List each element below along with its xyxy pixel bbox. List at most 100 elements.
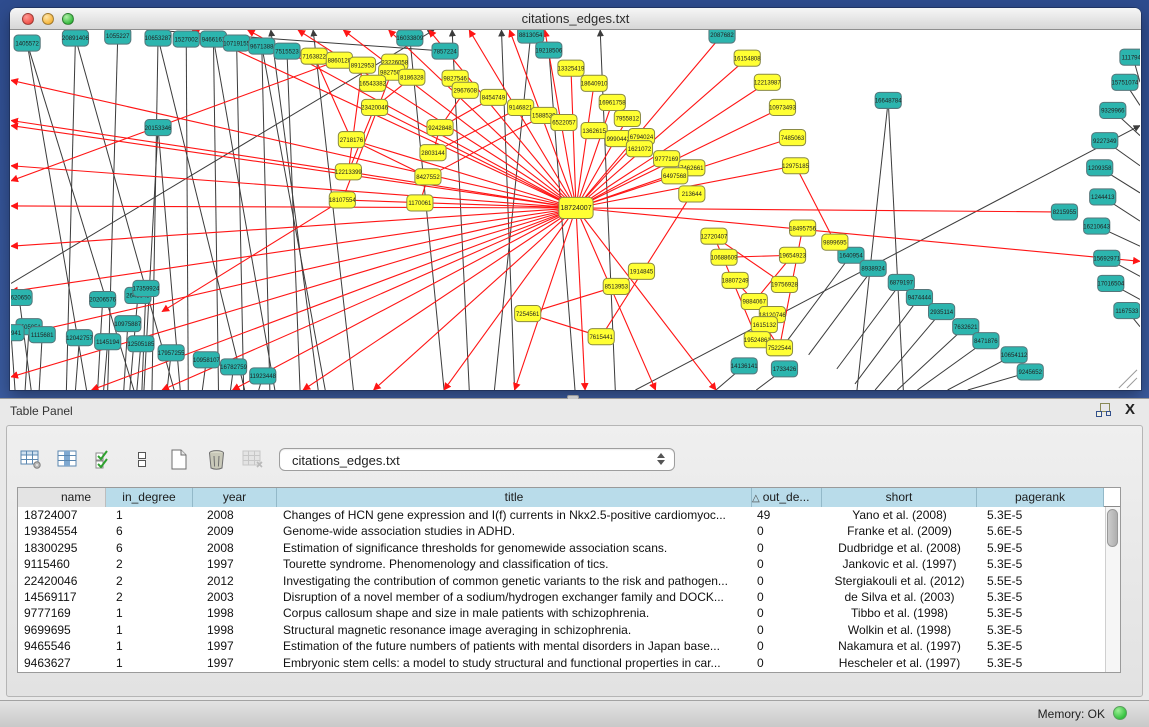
cell-short[interactable]: de Silva et al. (2003) — [822, 589, 977, 605]
cell-short[interactable]: Franke et al. (2009) — [822, 523, 977, 539]
cell-in_degree[interactable]: 1 — [106, 655, 193, 671]
cell-name[interactable]: 9463627 — [18, 655, 106, 671]
cell-title[interactable]: Estimation of the future numbers of pati… — [277, 638, 752, 654]
cell-year[interactable]: 1998 — [193, 622, 277, 638]
row-height-icon[interactable] — [130, 447, 154, 471]
cell-pagerank[interactable]: 5.3E-5 — [977, 589, 1104, 605]
cell-name[interactable]: 9699695 — [18, 622, 106, 638]
network-window[interactable]: citations_edges.txt 14055722089140610552… — [10, 8, 1141, 390]
cell-title[interactable]: Genome-wide association studies in ADHD. — [277, 523, 752, 539]
network-canvas[interactable]: 1405572208914061055227106532871527002946… — [11, 30, 1140, 390]
cell-title[interactable]: Corpus callosum shape and size in male p… — [277, 605, 752, 621]
table-row[interactable]: 1872400712008Changes of HCN gene express… — [18, 507, 1105, 523]
column-header-in_degree[interactable]: in_degree — [106, 488, 193, 507]
select-columns-icon[interactable] — [93, 447, 117, 471]
cell-title[interactable]: Embryonic stem cells: a model to study s… — [277, 655, 752, 671]
cell-name[interactable]: 14569117 — [18, 589, 106, 605]
scrollbar-thumb[interactable] — [1107, 509, 1118, 547]
cell-year[interactable]: 2008 — [193, 507, 277, 523]
network-window-titlebar[interactable]: citations_edges.txt — [10, 8, 1141, 30]
cell-short[interactable]: Tibbo et al. (1998) — [822, 605, 977, 621]
cell-year[interactable]: 1997 — [193, 655, 277, 671]
cell-out_degree[interactable]: 0 — [752, 655, 822, 671]
cell-pagerank[interactable]: 5.3E-5 — [977, 655, 1104, 671]
memory-status-indicator[interactable] — [1113, 706, 1127, 720]
cell-year[interactable]: 1997 — [193, 556, 277, 572]
cell-pagerank[interactable]: 5.3E-5 — [977, 622, 1104, 638]
cell-out_degree[interactable]: 0 — [752, 638, 822, 654]
cell-short[interactable]: Jankovic et al. (1997) — [822, 556, 977, 572]
cell-in_degree[interactable]: 1 — [106, 622, 193, 638]
delete-table-icon[interactable] — [241, 447, 265, 471]
cell-title[interactable]: Investigating the contribution of common… — [277, 573, 752, 589]
table-mode-icon[interactable] — [19, 447, 43, 471]
cell-out_degree[interactable]: 0 — [752, 622, 822, 638]
cell-title[interactable]: Estimation of significance thresholds fo… — [277, 540, 752, 556]
cell-short[interactable]: Hescheler et al. (1997) — [822, 655, 977, 671]
cell-in_degree[interactable]: 1 — [106, 605, 193, 621]
table-row[interactable]: 969969511998Structural magnetic resonanc… — [18, 622, 1105, 638]
cell-in_degree[interactable]: 6 — [106, 523, 193, 539]
float-panel-icon[interactable] — [1096, 403, 1111, 417]
column-header-short[interactable]: short — [822, 488, 977, 507]
cell-year[interactable]: 1998 — [193, 605, 277, 621]
cell-name[interactable]: 19384554 — [18, 523, 106, 539]
cell-name[interactable]: 9777169 — [18, 605, 106, 621]
column-header-title[interactable]: title — [277, 488, 752, 507]
table-row[interactable]: 1938455462009Genome-wide association stu… — [18, 523, 1105, 539]
cell-out_degree[interactable]: 0 — [752, 556, 822, 572]
cell-title[interactable]: Disruption of a novel member of a sodium… — [277, 589, 752, 605]
cell-short[interactable]: Nakamura et al. (1997) — [822, 638, 977, 654]
cell-pagerank[interactable]: 5.3E-5 — [977, 605, 1104, 621]
cell-title[interactable]: Structural magnetic resonance image aver… — [277, 622, 752, 638]
column-header-name[interactable]: name — [18, 488, 106, 507]
table-row[interactable]: 1830029562008Estimation of significance … — [18, 540, 1105, 556]
cell-pagerank[interactable]: 5.3E-5 — [977, 638, 1104, 654]
cell-in_degree[interactable]: 2 — [106, 573, 193, 589]
table-row[interactable]: 977716911998Corpus callosum shape and si… — [18, 605, 1105, 621]
vertical-scrollbar[interactable] — [1105, 507, 1120, 672]
cell-name[interactable]: 18724007 — [18, 507, 106, 523]
table-row[interactable]: 2242004622012Investigating the contribut… — [18, 573, 1105, 589]
cell-name[interactable]: 9115460 — [18, 556, 106, 572]
close-panel-icon[interactable]: X — [1125, 402, 1135, 418]
cell-in_degree[interactable]: 2 — [106, 589, 193, 605]
column-header-out_degree[interactable]: △out_de... — [752, 488, 822, 507]
cell-out_degree[interactable]: 0 — [752, 589, 822, 605]
cell-pagerank[interactable]: 5.6E-5 — [977, 523, 1104, 539]
cell-pagerank[interactable]: 5.5E-5 — [977, 573, 1104, 589]
cell-in_degree[interactable]: 2 — [106, 556, 193, 572]
cell-year[interactable]: 2008 — [193, 540, 277, 556]
cell-title[interactable]: Tourette syndrome. Phenomenology and cla… — [277, 556, 752, 572]
cell-pagerank[interactable]: 5.3E-5 — [977, 556, 1104, 572]
table-row[interactable]: 946362711997Embryonic stem cells: a mode… — [18, 655, 1105, 671]
table-row[interactable]: 911546021997Tourette syndrome. Phenomeno… — [18, 556, 1105, 572]
cell-short[interactable]: Yano et al. (2008) — [822, 507, 977, 523]
new-column-icon[interactable] — [167, 447, 191, 471]
cell-year[interactable]: 2003 — [193, 589, 277, 605]
table-row[interactable]: 946554611997Estimation of the future num… — [18, 638, 1105, 654]
cell-title[interactable]: Changes of HCN gene expression and I(f) … — [277, 507, 752, 523]
cell-pagerank[interactable]: 5.3E-5 — [977, 507, 1104, 523]
cell-in_degree[interactable]: 1 — [106, 507, 193, 523]
cell-out_degree[interactable]: 0 — [752, 540, 822, 556]
cell-short[interactable]: Wolkin et al. (1998) — [822, 622, 977, 638]
cell-in_degree[interactable]: 6 — [106, 540, 193, 556]
table-row[interactable]: 1456911722003Disruption of a novel membe… — [18, 589, 1105, 605]
column-header-pagerank[interactable]: pagerank — [977, 488, 1104, 507]
cell-year[interactable]: 1997 — [193, 638, 277, 654]
cell-short[interactable]: Dudbridge et al. (2008) — [822, 540, 977, 556]
cell-in_degree[interactable]: 1 — [106, 638, 193, 654]
column-header-year[interactable]: year — [193, 488, 277, 507]
cell-out_degree[interactable]: 0 — [752, 573, 822, 589]
cell-out_degree[interactable]: 49 — [752, 507, 822, 523]
show-columns-icon[interactable] — [56, 447, 80, 471]
cell-out_degree[interactable]: 0 — [752, 523, 822, 539]
delete-column-icon[interactable] — [204, 447, 228, 471]
table-selector-dropdown[interactable]: citations_edges.txt — [279, 448, 675, 471]
cell-name[interactable]: 9465546 — [18, 638, 106, 654]
cell-name[interactable]: 22420046 — [18, 573, 106, 589]
cell-pagerank[interactable]: 5.9E-5 — [977, 540, 1104, 556]
cell-year[interactable]: 2012 — [193, 573, 277, 589]
cell-out_degree[interactable]: 0 — [752, 605, 822, 621]
